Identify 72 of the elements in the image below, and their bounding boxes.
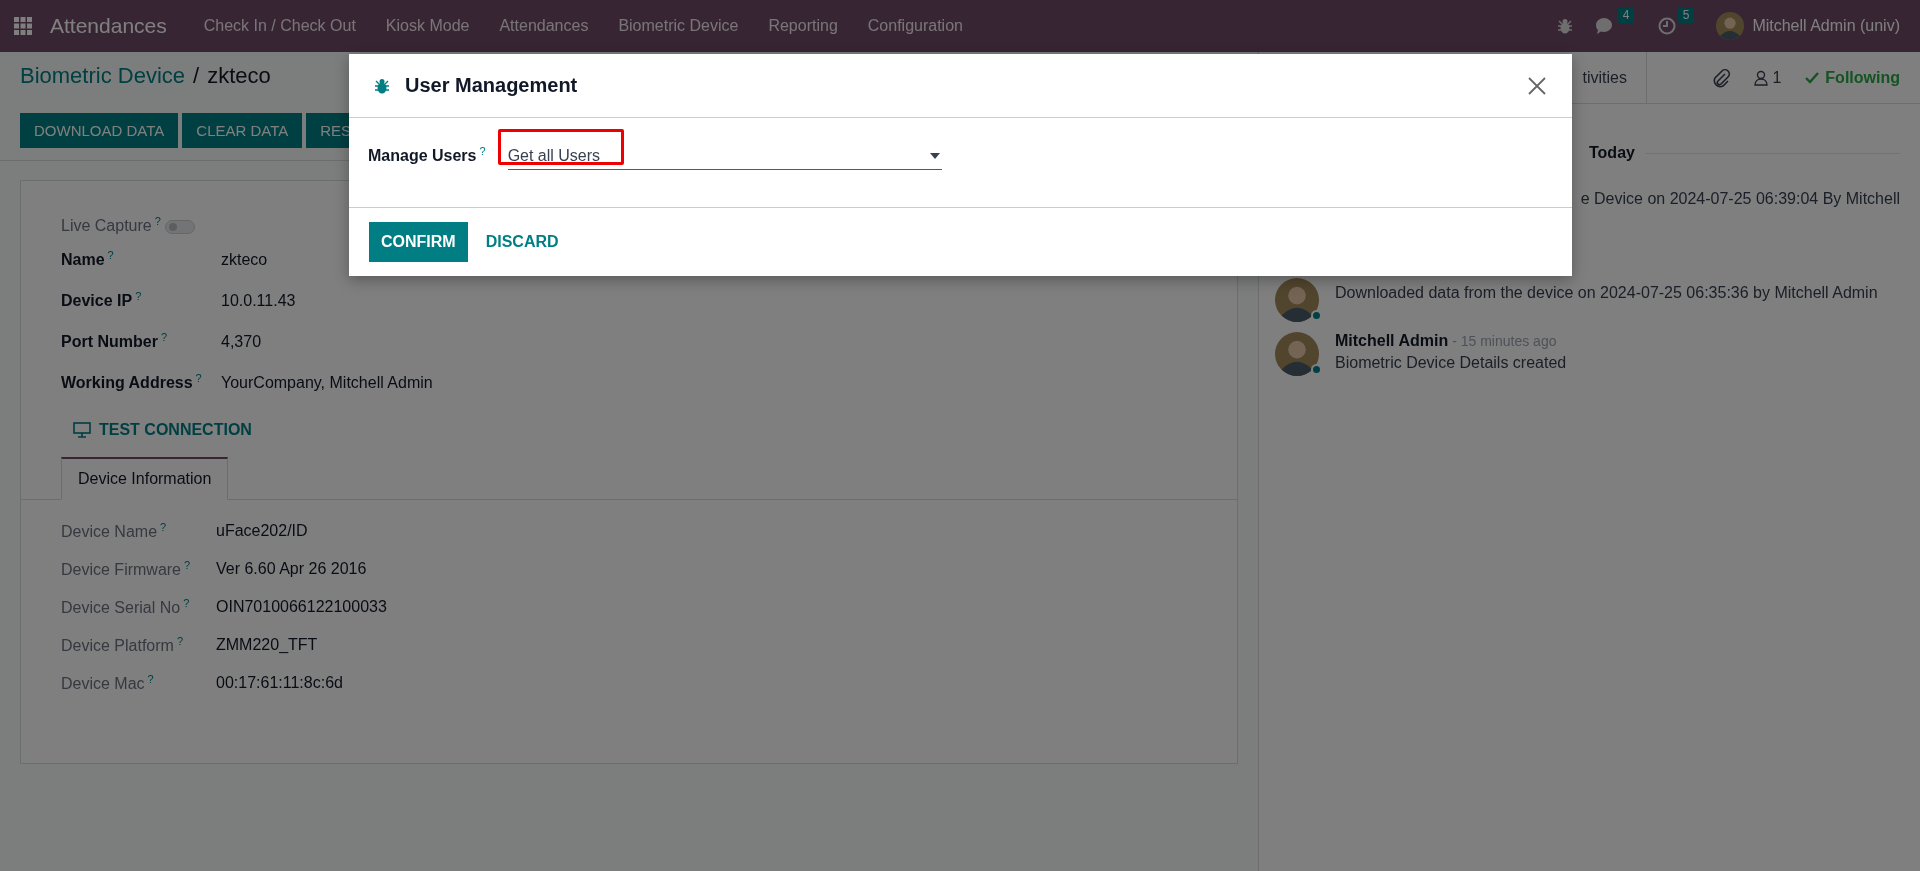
breadcrumb-current: zkteco [207,63,271,89]
help-icon[interactable]: ? [135,290,142,303]
monitor-icon [73,422,91,438]
tab[interactable]: Device Information [61,457,229,500]
field-label: Device Platform [61,637,174,655]
help-icon[interactable]: ? [176,634,184,647]
help-icon[interactable]: ? [184,558,191,571]
action-button[interactable]: CLEAR DATA [182,113,303,148]
message-text: Downloaded data from the device on 2024-07-25 06:35:36 by Mitchell Admin [1335,284,1878,302]
field-value: ZMM220_TFT [216,636,319,654]
field-value: uFace202/ID [216,522,309,540]
action-button[interactable]: DOWNLOAD DATA [20,113,179,148]
field-label: Device Mac [61,675,145,693]
help-icon[interactable]: ? [160,520,167,533]
help-icon[interactable]: ? [154,214,161,227]
help-icon[interactable]: ? [183,596,190,609]
field-label: Working Address [61,374,193,392]
field-label: Device Firmware [61,561,181,579]
menu-item[interactable]: Attendances [484,17,604,35]
bug-icon[interactable] [1558,18,1573,34]
menu-item[interactable]: Reporting [753,17,853,35]
discard-button[interactable]: DISCARD [473,222,571,262]
message-text: e Device on 2024-07-25 06:39:04 By Mitchell [1580,190,1900,208]
message-author: Mitchell Admin [1335,332,1449,349]
manage-users-select[interactable]: Get all Users [507,142,942,170]
status-dot [1311,310,1322,321]
field-value: OIN7010066122100033 [216,598,388,616]
menu-item[interactable]: Kiosk Mode [370,17,485,35]
menu-item[interactable]: Check In / Check Out [188,17,371,35]
field-value: 10.0.11.43 [221,291,297,310]
field-value: zkteco [221,250,269,269]
field-value: 4,370 [221,332,263,351]
field-label: Device Serial No [61,599,181,617]
toggle-switch[interactable] [164,219,195,234]
clock-icon[interactable] [1658,17,1677,35]
field-label: Device Name [61,523,158,541]
field-value: 00:17:61:11:8c:6d [216,674,344,692]
breadcrumb-link[interactable]: Biometric Device [20,63,186,89]
bug-icon [375,77,389,94]
field-value: YourCompany, Mitchell Admin [221,373,434,392]
paperclip-icon[interactable] [1712,67,1731,88]
menu-item[interactable]: Configuration [852,17,978,35]
help-icon[interactable]: ? [107,249,114,262]
field-label: Manage Users [368,147,477,165]
help-icon[interactable]: ? [147,672,154,685]
field-label: Port Number [61,333,158,351]
user-name[interactable]: Mitchell Admin (univ) [1752,17,1900,35]
help-icon[interactable]: ? [195,372,202,385]
field-label: Device IP [61,292,133,310]
notification-badge: 4 [1617,7,1635,23]
app-title[interactable]: Attendances [50,14,167,38]
help-icon[interactable]: ? [479,145,486,157]
breadcrumb-separator: / [193,63,200,89]
status-dot [1311,364,1322,375]
field-label: Name [61,251,105,269]
confirm-button[interactable]: CONFIRM [369,222,468,262]
avatar-icon [1716,12,1745,40]
caret-icon [929,152,940,159]
close-button[interactable] [1528,76,1546,95]
menu-item[interactable]: Biometric Device [603,17,754,35]
field-label: Live Capture [61,217,152,235]
check-icon [1805,71,1820,84]
followers-button[interactable]: 1 [1754,68,1782,87]
help-icon[interactable]: ? [160,331,168,344]
following-button[interactable]: Following [1805,68,1900,87]
field-value: Ver 6.60 Apr 26 2016 [216,560,368,578]
date-separator: Today [1589,144,1635,162]
app-grid-icon[interactable] [14,17,32,35]
message-text: Biometric Device Details created [1335,354,1567,372]
dialog-title: User Management [405,74,579,97]
notification-badge: 5 [1677,7,1695,23]
test-connection-button[interactable]: TEST CONNECTION [73,413,252,447]
